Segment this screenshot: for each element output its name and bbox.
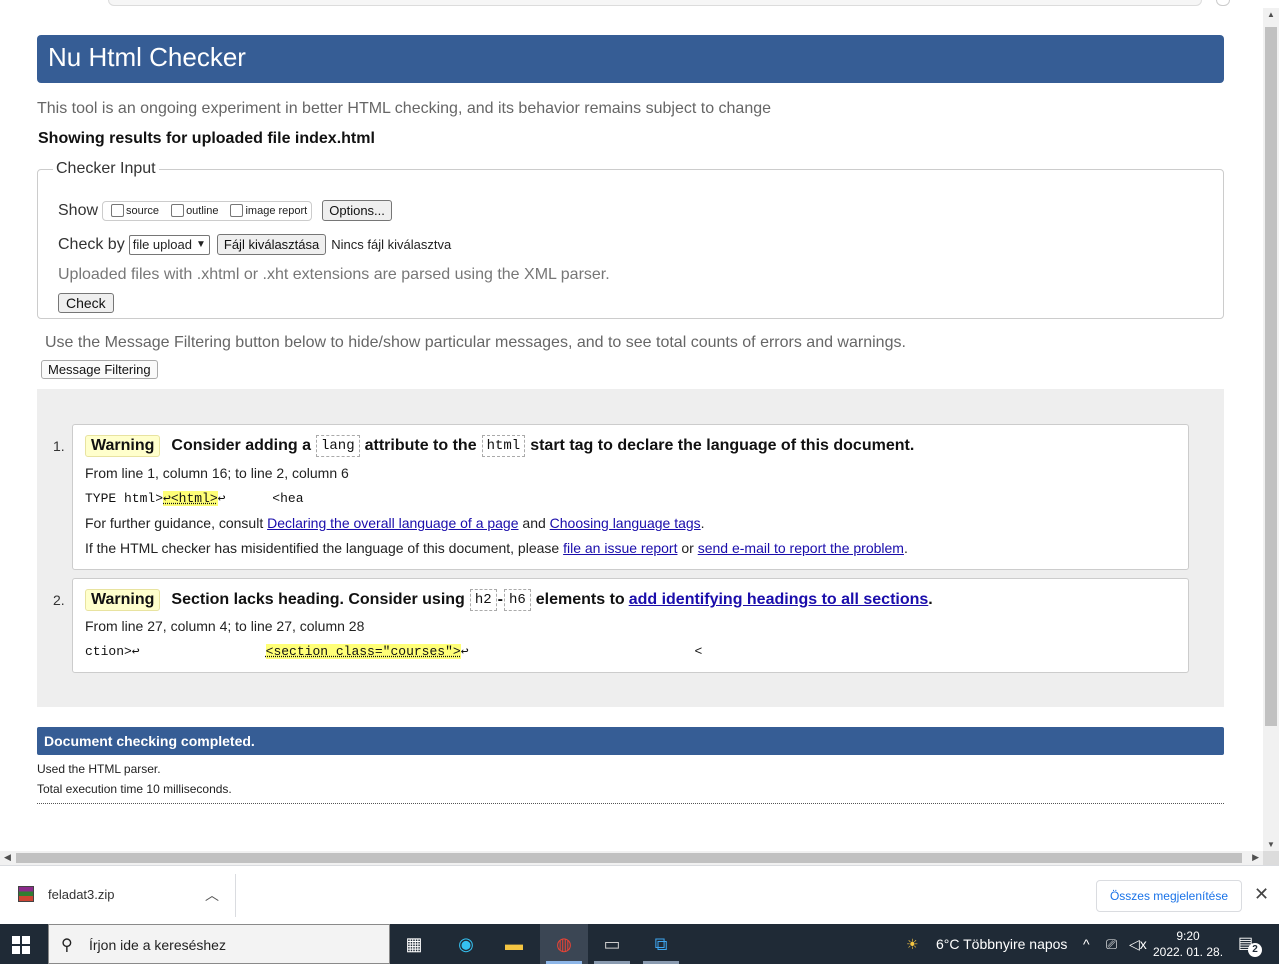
download-divider [235,874,236,917]
clock-date: 2022. 01. 28. [1152,945,1224,959]
completion-title: Document checking completed. [44,733,255,749]
outline-checkbox[interactable] [171,204,185,217]
windows-taskbar: ⚲ Írjon ide a kereséshez ▦ ◉ ▬ ◍ ▭ ⧉ ☀ 6… [0,924,1279,964]
message-item: 2. Warning Section lacks heading. Consid… [53,578,1189,673]
message-location: From line 27, column 4; to line 27, colu… [85,618,365,634]
message-heading: Warning Section lacks heading. Consider … [85,589,933,611]
source-extract: ction>↩ <section class="courses">↩ < [85,644,703,659]
code-lang: lang [315,435,360,457]
link-declaring-language[interactable]: Declaring the overall language of a page [267,515,518,531]
link-file-issue[interactable]: file an issue report [563,540,677,556]
intro-text: This tool is an ongoing experiment in be… [37,100,772,117]
scroll-down-icon[interactable]: ▼ [1267,840,1275,849]
show-label: Show [58,201,99,219]
option-image-report[interactable]: image report [226,204,307,217]
taskbar-search-placeholder: Írjon ide a kereséshez [89,937,226,953]
file-explorer-icon[interactable]: ▬ [499,930,529,958]
check-by-label: Check by [58,235,125,253]
show-all-downloads-button[interactable]: Összes megjelenítése [1096,880,1242,912]
code-h2: h2 [469,589,497,611]
terminal-icon[interactable]: ▭ [597,930,627,958]
message-heading: Warning Consider adding a lang attribute… [85,435,914,457]
chrome-icon[interactable]: ◍ [549,930,579,958]
browser-toolbar-edge [0,0,1279,8]
message-number: 1. [53,438,65,454]
completion-banner: Document checking completed. [37,727,1224,755]
file-choose-button[interactable]: Fájl kiválasztása [216,234,327,255]
chevron-up-icon[interactable]: ︿ [205,885,219,905]
task-view-icon[interactable]: ▦ [399,930,429,958]
windows-start-icon[interactable] [12,936,30,954]
chevron-down-icon: ▼ [195,239,206,250]
link-add-headings[interactable]: add identifying headings to all sections [629,591,929,609]
code-h6: h6 [503,589,531,611]
image-report-checkbox[interactable] [230,204,244,217]
message-filtering-button[interactable]: Message Filtering [41,360,158,379]
horizontal-scroll-thumb[interactable] [16,853,1242,863]
show-options: source outline image report [102,200,313,221]
checker-input: Checker Input Show source outline image … [37,160,1224,319]
weather-text[interactable]: 6°C Többnyire napos [936,936,1067,952]
weather-icon[interactable]: ☀ [906,936,919,953]
download-item[interactable]: feladat3.zip [18,886,115,902]
execution-time: Total execution time 10 milliseconds. [37,782,232,796]
warning-badge: Warning [85,589,161,611]
page-header: Nu Html Checker [37,35,1224,83]
code-html: html [481,435,526,457]
guidance-text: For further guidance, consult Declaring … [85,515,705,531]
address-bar[interactable] [108,0,1202,6]
scrollbar-corner [1263,851,1279,865]
page-title: Nu Html Checker [48,42,246,72]
notification-count: 2 [1248,943,1262,957]
vertical-scroll-thumb[interactable] [1265,27,1277,726]
source-checkbox[interactable] [111,204,125,217]
results-panel: 1. Warning Consider adding a lang attrib… [37,389,1224,707]
show-row: Show source outline image report Options… [58,200,392,221]
check-by-row: Check by file upload ▼ Fájl kiválasztása … [58,234,451,255]
horizontal-scrollbar[interactable]: ◀ ▶ [0,851,1263,865]
vscode-icon[interactable]: ⧉ [646,930,676,958]
message-item: 1. Warning Consider adding a lang attrib… [53,424,1189,570]
checker-input-legend: Checker Input [56,160,156,177]
scroll-left-icon[interactable]: ◀ [4,852,11,863]
footer-divider [37,803,1224,804]
taskbar-clock[interactable]: 9:20 2022. 01. 28. [1152,928,1224,960]
filter-note: Use the Message Filtering button below t… [45,334,906,351]
parser-info: Used the HTML parser. [37,762,161,776]
misidentified-text: If the HTML checker has misidentified th… [85,540,908,556]
notification-center-icon[interactable]: ▤ 2 [1238,933,1262,957]
scroll-right-icon[interactable]: ▶ [1252,852,1259,863]
showing-results: Showing results for uploaded file index.… [38,130,375,147]
xml-parser-note: Uploaded files with .xhtml or .xht exten… [58,266,610,283]
search-icon: ⚲ [61,937,73,954]
message-location: From line 1, column 16; to line 2, colum… [85,465,349,481]
volume-muted-icon[interactable]: ◁x [1129,936,1147,953]
scroll-up-icon[interactable]: ▲ [1267,10,1275,19]
page-viewport: Nu Html Checker This tool is an ongoing … [0,8,1263,851]
message-number: 2. [53,592,65,608]
option-source[interactable]: source [107,204,159,217]
profile-icon[interactable] [1216,0,1230,6]
zip-archive-icon [18,886,34,902]
no-file-text: Nincs fájl kiválasztva [331,237,452,252]
download-bar: feladat3.zip ︿ Összes megjelenítése ✕ [0,865,1279,924]
vertical-scrollbar[interactable]: ▲ ▼ [1263,8,1279,851]
link-send-email[interactable]: send e-mail to report the problem [698,540,904,556]
options-button[interactable]: Options... [322,200,392,221]
source-extract: TYPE html>↩<html>↩ <hea [85,491,304,506]
warning-badge: Warning [85,435,161,457]
close-icon[interactable]: ✕ [1254,884,1269,905]
download-filename: feladat3.zip [48,886,115,902]
check-by-select[interactable]: file upload ▼ [128,234,210,255]
clock-time: 9:20 [1176,929,1200,943]
taskbar-search[interactable]: ⚲ Írjon ide a kereséshez [48,924,390,964]
option-outline[interactable]: outline [167,204,218,217]
edge-browser-icon[interactable]: ◉ [451,930,481,958]
chevron-up-tray-icon[interactable]: ^ [1083,936,1090,952]
check-button[interactable]: Check [58,293,114,313]
link-choosing-language-tags[interactable]: Choosing language tags [550,515,701,531]
network-icon[interactable]: ⎚ [1106,936,1117,953]
